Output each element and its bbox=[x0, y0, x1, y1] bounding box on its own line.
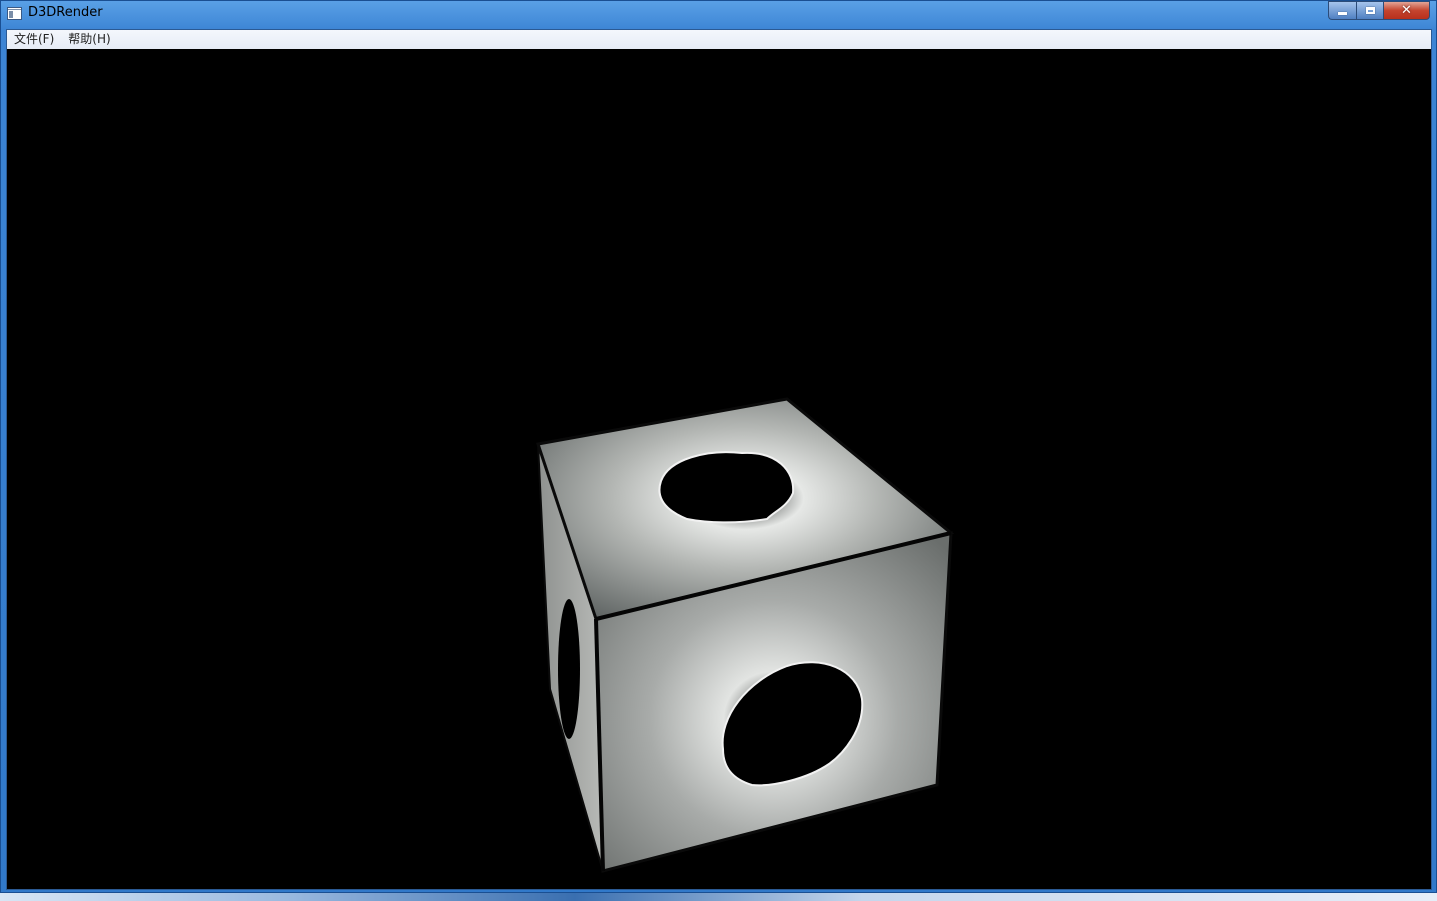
maximize-icon bbox=[1365, 7, 1375, 14]
window-title: D3DRender bbox=[28, 5, 103, 20]
scene-canvas bbox=[536, 397, 955, 873]
cube-top-hole bbox=[658, 451, 795, 524]
title-bar[interactable]: D3DRender ✕ bbox=[1, 1, 1436, 27]
app-window: D3DRender ✕ 文件(F) 帮助(H) bbox=[0, 0, 1437, 893]
menu-bar: 文件(F) 帮助(H) bbox=[7, 30, 1431, 50]
render-viewport[interactable] bbox=[7, 49, 1431, 889]
minimize-button[interactable] bbox=[1328, 1, 1356, 20]
caption-buttons: ✕ bbox=[1328, 1, 1430, 20]
minimize-icon bbox=[1338, 12, 1347, 15]
menu-help[interactable]: 帮助(H) bbox=[61, 30, 117, 49]
client-area: 文件(F) 帮助(H) bbox=[6, 29, 1432, 890]
cube-left-hole bbox=[558, 599, 580, 739]
close-button[interactable]: ✕ bbox=[1383, 1, 1430, 20]
menu-file[interactable]: 文件(F) bbox=[7, 30, 61, 49]
app-window-icon[interactable] bbox=[7, 7, 22, 20]
maximize-button[interactable] bbox=[1356, 1, 1383, 20]
close-icon: ✕ bbox=[1401, 3, 1412, 18]
